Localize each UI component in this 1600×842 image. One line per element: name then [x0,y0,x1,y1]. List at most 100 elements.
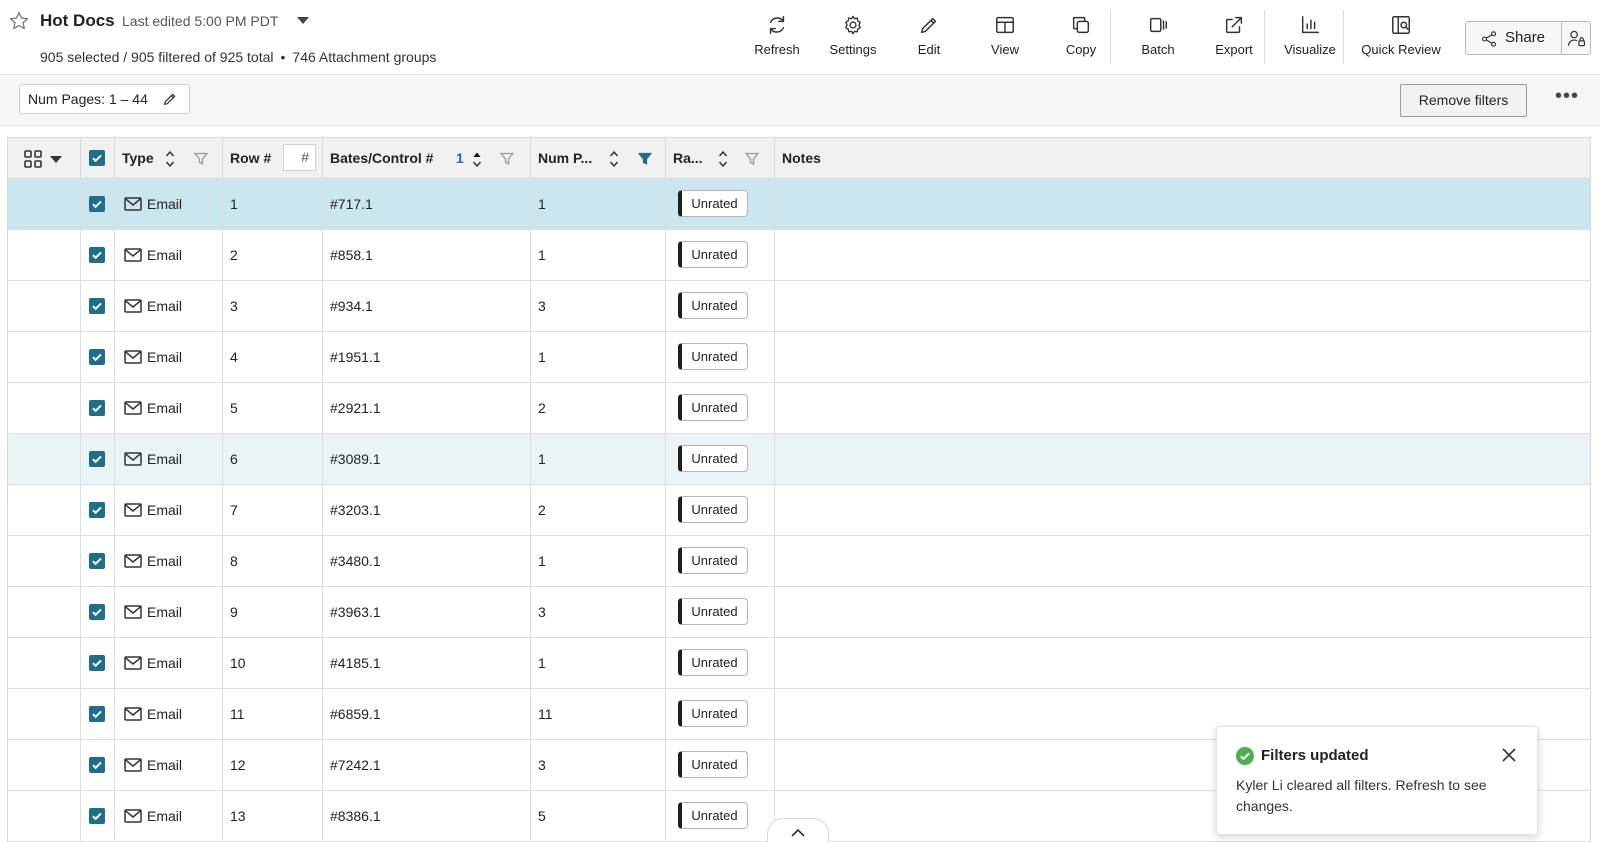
row-checkbox[interactable] [89,247,105,263]
row-select-cell [81,434,115,484]
chevron-down-icon[interactable] [297,17,309,24]
rating-badge[interactable]: Unrated [678,241,748,268]
table-row[interactable]: Email 4 #1951.1 1 Unrated [8,332,1590,383]
rating-badge[interactable]: Unrated [678,751,748,778]
num-pages-value: 3 [538,298,546,314]
refresh-button[interactable]: Refresh [739,6,815,68]
remove-filters-button[interactable]: Remove filters [1400,84,1527,117]
rating-badge[interactable]: Unrated [678,496,748,523]
num-pages-cell: 1 [531,230,666,280]
rating-badge[interactable]: Unrated [678,343,748,370]
chevron-up-icon [791,828,805,837]
table-row[interactable]: Email 8 #3480.1 1 Unrated [8,536,1590,587]
rating-badge[interactable]: Unrated [678,445,748,472]
row-checkbox[interactable] [89,298,105,314]
batch-button[interactable]: Batch [1120,6,1196,68]
rating-badge[interactable]: Unrated [678,649,748,676]
select-all-checkbox[interactable] [89,150,105,166]
sort-ascending-icon[interactable] [472,150,482,168]
row-checkbox[interactable] [89,757,105,773]
row-checkbox[interactable] [89,706,105,722]
sort-icon[interactable] [609,150,619,168]
rating-cell: Unrated [666,434,775,484]
table-row[interactable]: Email 2 #858.1 1 Unrated [8,230,1590,281]
row-checkbox[interactable] [89,808,105,824]
row-select-cell [81,281,115,331]
table-row[interactable]: Email 10 #4185.1 1 Unrated [8,638,1590,689]
rating-badge[interactable]: Unrated [678,598,748,625]
row-number-value: 2 [230,247,238,263]
row-checkbox[interactable] [89,502,105,518]
bates-value: #858.1 [330,247,373,263]
row-gutter-cell [8,383,81,433]
toolbar-divider [1110,10,1111,64]
row-number-cell: 5 [223,383,323,433]
rating-cell: Unrated [666,587,775,637]
export-button[interactable]: Export [1196,6,1272,68]
row-gutter-cell [8,689,81,739]
sort-icon[interactable] [165,150,175,168]
table-row[interactable]: Email 7 #3203.1 2 Unrated [8,485,1590,536]
rating-badge[interactable]: Unrated [678,700,748,727]
filter-icon[interactable] [193,151,209,167]
rating-badge[interactable]: Unrated [678,292,748,319]
table-row[interactable]: Email 9 #3963.1 3 Unrated [8,587,1590,638]
visualize-button[interactable]: Visualize [1272,6,1348,68]
row-checkbox[interactable] [89,655,105,671]
row-select-cell [81,791,115,841]
row-number-cell: 12 [223,740,323,790]
row-number-cell: 2 [223,230,323,280]
more-options-icon[interactable]: ••• [1553,86,1581,110]
pencil-icon[interactable] [162,91,178,107]
close-icon[interactable] [1501,747,1517,763]
quick-review-button[interactable]: Quick Review [1357,6,1445,68]
filter-active-icon[interactable] [637,151,653,167]
share-button[interactable]: Share [1466,22,1561,54]
row-number-column-header[interactable]: Row # # [223,138,323,179]
bates-cell: #858.1 [323,230,531,280]
num-pages-filter-chip[interactable]: Num Pages: 1 – 44 [19,84,190,114]
table-row[interactable]: Email 1 #717.1 1 Unrated [8,179,1590,230]
table-row[interactable]: Email 6 #3089.1 1 Unrated [8,434,1590,485]
row-checkbox[interactable] [89,400,105,416]
rating-badge[interactable]: Unrated [678,190,748,217]
row-number-search-input[interactable]: # [283,144,316,171]
sort-icon[interactable] [718,150,728,168]
type-column-header[interactable]: Type [115,138,223,179]
num-pages-column-header[interactable]: Num P... [531,138,666,179]
view-button[interactable]: View [967,6,1043,68]
check-icon [92,200,102,209]
edit-button[interactable]: Edit [891,6,967,68]
filter-icon[interactable] [499,151,515,167]
rating-badge[interactable]: Unrated [678,394,748,421]
settings-button[interactable]: Settings [815,6,891,68]
row-number-cell: 7 [223,485,323,535]
copy-button[interactable]: Copy [1043,6,1119,68]
rating-badge[interactable]: Unrated [678,802,748,829]
rating-column-header[interactable]: Ra... [666,138,775,179]
check-icon [92,557,102,566]
star-outline-icon[interactable] [8,10,30,32]
row-checkbox[interactable] [89,553,105,569]
row-number-cell: 13 [223,791,323,841]
column-picker-header[interactable] [8,138,81,179]
row-checkbox[interactable] [89,451,105,467]
type-cell: Email [115,638,223,688]
bates-column-header[interactable]: Bates/Control # 1 [323,138,531,179]
settings-label: Settings [829,42,877,57]
table-row[interactable]: Email 5 #2921.1 2 Unrated [8,383,1590,434]
num-pages-value: 1 [538,247,546,263]
type-value: Email [147,400,183,416]
rating-badge[interactable]: Unrated [678,547,748,574]
row-checkbox[interactable] [89,349,105,365]
type-cell: Email [115,740,223,790]
row-checkbox[interactable] [89,196,105,212]
num-pages-cell: 2 [531,383,666,433]
collapse-panel-button[interactable] [767,818,829,842]
manage-access-button[interactable] [1562,22,1591,54]
table-row[interactable]: Email 3 #934.1 3 Unrated [8,281,1590,332]
filter-icon[interactable] [744,151,760,167]
row-checkbox[interactable] [89,604,105,620]
notes-column-header[interactable]: Notes [775,138,1590,179]
row-gutter-cell [8,434,81,484]
